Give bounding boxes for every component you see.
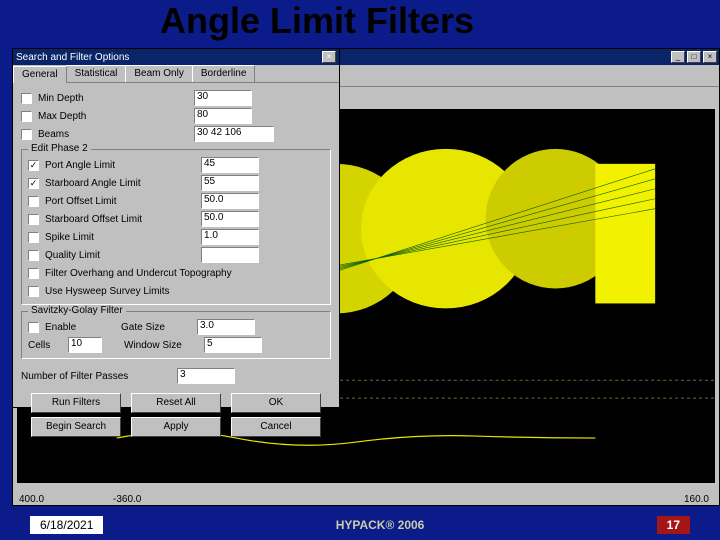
port-angle-input[interactable]: 45	[201, 157, 259, 173]
stbd-offset-input[interactable]: 50.0	[201, 211, 259, 227]
port-offset-input[interactable]: 50.0	[201, 193, 259, 209]
tab-borderline[interactable]: Borderline	[192, 65, 256, 82]
passes-label: Number of Filter Passes	[21, 371, 171, 382]
window-size-input[interactable]: 5	[204, 337, 262, 353]
gate-size-label: Gate Size	[121, 322, 191, 333]
footer-page: 17	[657, 516, 690, 534]
window-size-label: Window Size	[124, 340, 198, 351]
slide-footer: 6/18/2021 HYPACK® 2006 17	[0, 516, 720, 534]
cells-label: Cells	[28, 340, 62, 351]
spike-label: Spike Limit	[45, 232, 195, 243]
port-angle-label: Port Angle Limit	[45, 160, 195, 171]
beams-label: Beams	[38, 129, 188, 140]
stbd-offset-checkbox[interactable]	[28, 214, 39, 225]
port-offset-checkbox[interactable]	[28, 196, 39, 207]
port-offset-label: Port Offset Limit	[45, 196, 195, 207]
overhang-checkbox[interactable]	[28, 268, 39, 279]
quality-checkbox[interactable]	[28, 250, 39, 261]
cells-input[interactable]: 10	[68, 337, 102, 353]
axis-x-left: -360.0	[113, 494, 141, 505]
hysweep-label: Use Hysweep Survey Limits	[45, 286, 324, 297]
spike-checkbox[interactable]	[28, 232, 39, 243]
ok-button[interactable]: OK	[231, 393, 321, 413]
sg-filter-group: Savitzky-Golay Filter Enable Gate Size 3…	[21, 311, 331, 359]
slide-title: Angle Limit Filters	[160, 0, 474, 42]
maximize-button[interactable]: □	[687, 51, 701, 63]
port-angle-checkbox[interactable]: ✓	[28, 160, 39, 171]
edit-phase2-legend: Edit Phase 2	[28, 143, 91, 154]
dialog-close-button[interactable]: ×	[322, 51, 336, 63]
footer-date: 6/18/2021	[30, 516, 103, 534]
axis-y-bottom: 400.0	[19, 494, 44, 505]
dialog-tabs: General Statistical Beam Only Borderline	[13, 65, 339, 83]
dialog-titlebar[interactable]: Search and Filter Options ×	[13, 49, 339, 65]
stbd-angle-input[interactable]: 55	[201, 175, 259, 191]
cancel-button[interactable]: Cancel	[231, 417, 321, 437]
sg-filter-legend: Savitzky-Golay Filter	[28, 305, 126, 316]
dialog-title: Search and Filter Options	[16, 52, 129, 63]
dialog-body: Min Depth 30 Max Depth 80 Beams 30 42 106 E…	[13, 83, 339, 443]
min-depth-label: Min Depth	[38, 93, 188, 104]
run-filters-button[interactable]: Run Filters	[31, 393, 121, 413]
tab-general[interactable]: General	[13, 66, 67, 83]
minimize-button[interactable]: _	[671, 51, 685, 63]
apply-button[interactable]: Apply	[131, 417, 221, 437]
hysweep-checkbox[interactable]	[28, 286, 39, 297]
gate-size-input[interactable]: 3.0	[197, 319, 255, 335]
tab-statistical[interactable]: Statistical	[66, 65, 127, 82]
max-depth-checkbox[interactable]	[21, 111, 32, 122]
sg-enable-label: Enable	[45, 322, 115, 333]
reset-all-button[interactable]: Reset All	[131, 393, 221, 413]
overhang-label: Filter Overhang and Undercut Topography	[45, 268, 324, 279]
tab-beamonly[interactable]: Beam Only	[125, 65, 192, 82]
edit-phase2-group: Edit Phase 2 ✓Port Angle Limit45 ✓Starbo…	[21, 149, 331, 305]
min-depth-input[interactable]: 30	[194, 90, 252, 106]
beams-input[interactable]: 30 42 106	[194, 126, 274, 142]
beams-checkbox[interactable]	[21, 129, 32, 140]
spike-input[interactable]: 1.0	[201, 229, 259, 245]
max-depth-label: Max Depth	[38, 111, 188, 122]
min-depth-checkbox[interactable]	[21, 93, 32, 104]
passes-input[interactable]: 3	[177, 368, 235, 384]
stbd-angle-checkbox[interactable]: ✓	[28, 178, 39, 189]
stbd-angle-label: Starboard Angle Limit	[45, 178, 195, 189]
begin-search-button[interactable]: Begin Search	[31, 417, 121, 437]
stbd-offset-label: Starboard Offset Limit	[45, 214, 195, 225]
sg-enable-checkbox[interactable]	[28, 322, 39, 333]
quality-input[interactable]	[201, 247, 259, 263]
search-filter-dialog: Search and Filter Options × General Stat…	[12, 48, 340, 408]
quality-label: Quality Limit	[45, 250, 195, 261]
footer-product: HYPACK® 2006	[336, 518, 425, 532]
close-button[interactable]: ×	[703, 51, 717, 63]
max-depth-input[interactable]: 80	[194, 108, 252, 124]
axis-x-right: 160.0	[684, 494, 709, 505]
